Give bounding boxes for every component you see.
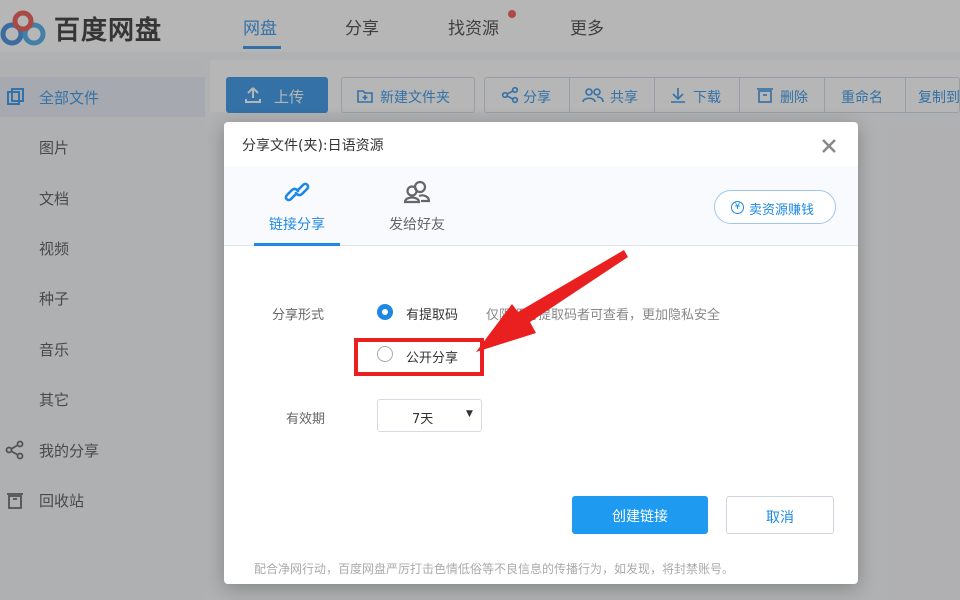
option-with-code-label: 有提取码 [406, 308, 459, 323]
sell-resources-label: 卖资源赚钱 [749, 203, 815, 218]
validity-label: 有效期 [286, 412, 326, 427]
option-with-code-hint: 仅限拥有提取码者可查看，更加隐私安全 [486, 308, 721, 323]
policy-notice: 配合净网行动，百度网盘严厉打击色情低俗等不良信息的传播行为，如发现，将封禁账号。 [254, 562, 735, 576]
yen-coin-icon: ¥ [731, 201, 744, 214]
share-form-label: 分享形式 [272, 308, 325, 323]
share-dialog: 分享文件(夹):日语资源 链接分享 发给好友 ¥ 卖资源赚钱 分享形式 有提取码… [224, 122, 858, 584]
validity-select[interactable]: 7天 ▼ [377, 399, 482, 432]
cancel-label: 取消 [766, 510, 794, 526]
annotation-highlight-box [354, 338, 484, 376]
active-tab-indicator [254, 243, 340, 246]
caret-down-icon: ▼ [466, 409, 473, 419]
close-icon[interactable] [820, 137, 838, 155]
create-link-button[interactable]: 创建链接 [572, 496, 708, 534]
cancel-button[interactable]: 取消 [726, 496, 834, 534]
link-icon [284, 182, 310, 202]
create-link-label: 创建链接 [612, 509, 668, 525]
tab-link-share[interactable]: 链接分享 [254, 166, 340, 246]
validity-value: 7天 [412, 412, 434, 427]
tab-label: 发给好友 [389, 217, 445, 233]
tab-send-to-friend[interactable]: 发给好友 [374, 166, 460, 246]
friends-icon [403, 180, 431, 204]
tab-label: 链接分享 [269, 217, 325, 233]
dialog-title: 分享文件(夹):日语资源 [242, 138, 384, 154]
share-tabs: 链接分享 发给好友 ¥ 卖资源赚钱 [224, 166, 858, 246]
sell-resources-button[interactable]: ¥ 卖资源赚钱 [714, 190, 836, 224]
radio-with-code[interactable] [377, 304, 393, 320]
